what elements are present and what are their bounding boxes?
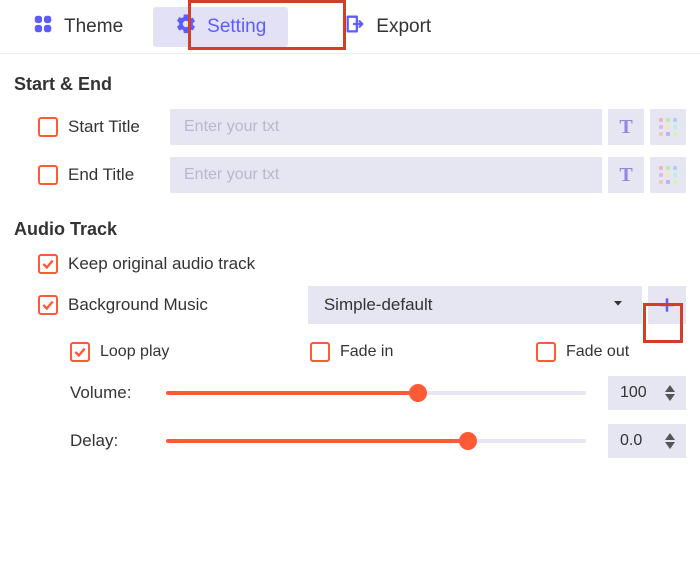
loop-play-label: Loop play — [100, 343, 169, 361]
volume-label: Volume: — [70, 383, 166, 403]
spinner-up-icon[interactable] — [664, 384, 676, 393]
volume-spinner[interactable]: 100 — [608, 376, 686, 410]
bg-music-row: Background Music Simple-default — [38, 286, 686, 324]
keep-original-label: Keep original audio track — [68, 254, 255, 274]
end-title-input[interactable] — [170, 157, 602, 193]
gear-icon — [175, 13, 197, 41]
fade-out-checkbox[interactable] — [536, 342, 556, 362]
start-title-text-style-button[interactable]: T — [608, 109, 644, 145]
color-palette-icon — [658, 165, 678, 185]
spinner-down-icon[interactable] — [664, 393, 676, 402]
text-style-icon: T — [619, 116, 632, 139]
text-style-icon: T — [619, 164, 632, 187]
tab-bar: Theme Setting Export — [0, 0, 700, 54]
chevron-down-icon — [610, 295, 626, 316]
spinner-down-icon[interactable] — [664, 441, 676, 450]
delay-spinner-value: 0.0 — [620, 432, 642, 450]
bg-music-add-button[interactable] — [648, 286, 686, 324]
bg-music-dropdown-value: Simple-default — [324, 295, 433, 315]
start-title-row: Start Title T — [38, 109, 686, 145]
end-title-text-style-button[interactable]: T — [608, 157, 644, 193]
end-title-color-button[interactable] — [650, 157, 686, 193]
volume-spinner-value: 100 — [620, 384, 647, 402]
fade-out-label: Fade out — [566, 343, 629, 361]
volume-slider[interactable] — [166, 381, 586, 405]
bg-music-checkbox[interactable] — [38, 295, 58, 315]
delay-slider[interactable] — [166, 429, 586, 453]
keep-original-row: Keep original audio track — [38, 254, 686, 274]
delay-row: Delay: 0.0 — [70, 424, 686, 458]
fade-in-label: Fade in — [340, 343, 393, 361]
start-title-color-button[interactable] — [650, 109, 686, 145]
tab-theme-label: Theme — [64, 16, 123, 38]
start-title-label: Start Title — [68, 117, 166, 137]
settings-panel: Start & End Start Title T End Title T — [0, 54, 700, 496]
plus-icon — [657, 295, 677, 315]
tab-setting-label: Setting — [207, 16, 266, 38]
theme-icon — [32, 13, 54, 41]
section-start-end: Start & End — [14, 74, 686, 95]
playback-options-row: Loop play Fade in Fade out — [70, 342, 686, 362]
export-icon — [344, 13, 366, 41]
end-title-label: End Title — [68, 165, 166, 185]
delay-label: Delay: — [70, 431, 166, 451]
start-title-checkbox[interactable] — [38, 117, 58, 137]
bg-music-dropdown[interactable]: Simple-default — [308, 286, 642, 324]
section-audio-track: Audio Track — [14, 219, 686, 240]
bg-music-label: Background Music — [68, 295, 208, 315]
end-title-row: End Title T — [38, 157, 686, 193]
tab-theme[interactable]: Theme — [10, 7, 145, 47]
volume-row: Volume: 100 — [70, 376, 686, 410]
color-palette-icon — [658, 117, 678, 137]
tab-export[interactable]: Export — [322, 7, 453, 47]
delay-spinner[interactable]: 0.0 — [608, 424, 686, 458]
keep-original-checkbox[interactable] — [38, 254, 58, 274]
tab-setting[interactable]: Setting — [153, 7, 288, 47]
end-title-checkbox[interactable] — [38, 165, 58, 185]
spinner-up-icon[interactable] — [664, 432, 676, 441]
fade-in-checkbox[interactable] — [310, 342, 330, 362]
start-title-input[interactable] — [170, 109, 602, 145]
tab-export-label: Export — [376, 16, 431, 38]
loop-play-checkbox[interactable] — [70, 342, 90, 362]
